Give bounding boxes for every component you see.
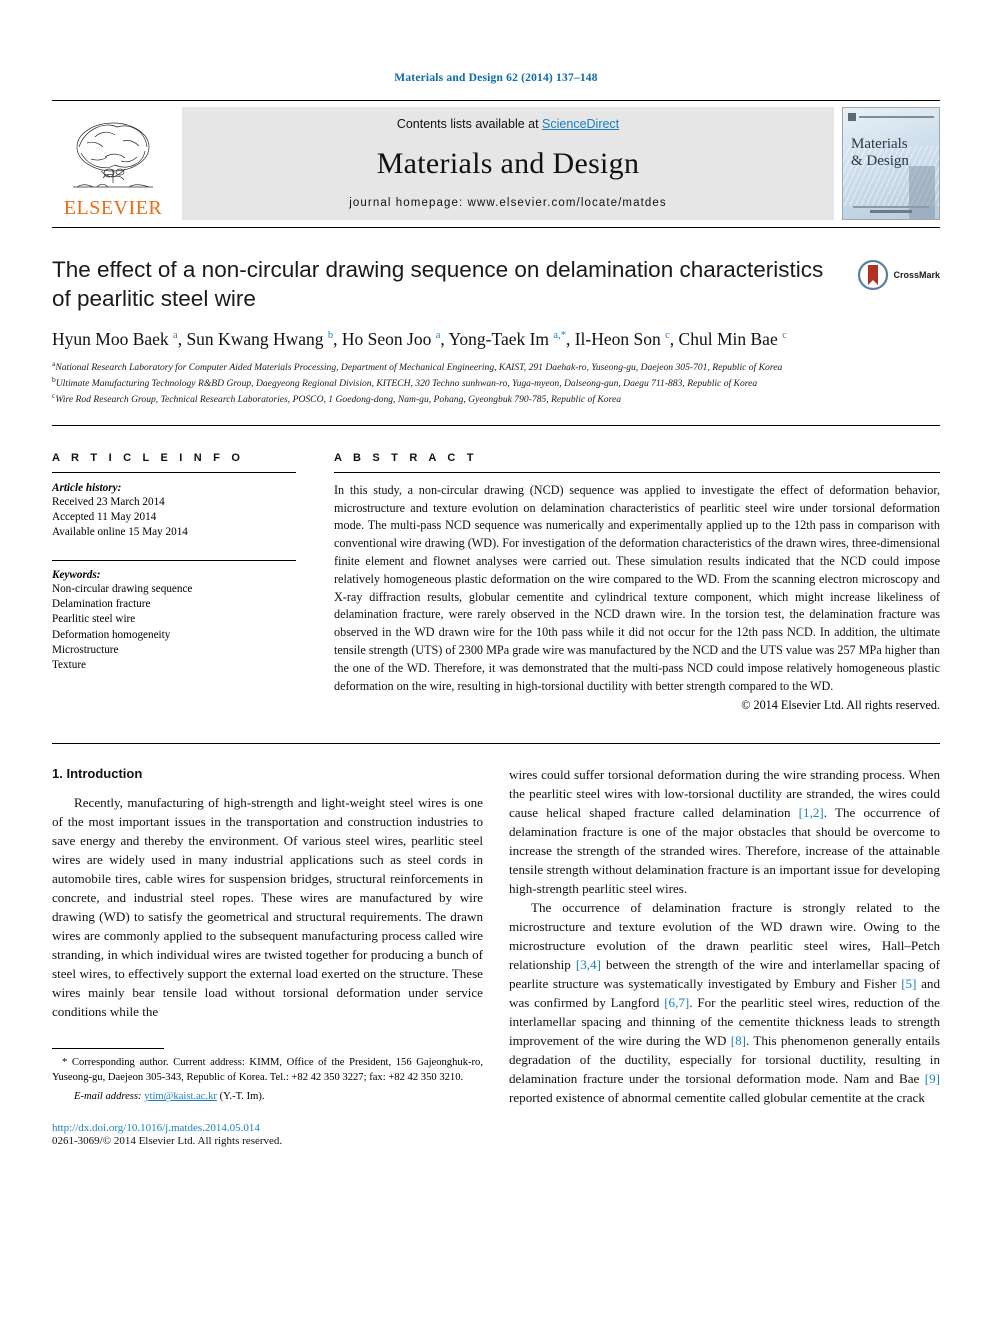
- cover-title-line2: & Design: [851, 153, 909, 170]
- info-and-abstract: A R T I C L E I N F O Article history: R…: [52, 452, 940, 714]
- header-bottom-rule: [52, 227, 940, 228]
- elsevier-wordmark: ELSEVIER: [63, 197, 163, 219]
- article-history-online: Available online 15 May 2014: [52, 526, 188, 539]
- article-history-accepted: Accepted 11 May 2014: [52, 511, 157, 524]
- article-info-heading: A R T I C L E I N F O: [52, 451, 245, 464]
- affiliation-text-c: Wire Rod Research Group, Technical Resea…: [55, 394, 622, 406]
- contents-available-line: Contents lists available at ScienceDirec…: [397, 117, 619, 131]
- keyword-item: Delamination fracture: [52, 598, 151, 611]
- cover-bottom-line-1: [853, 206, 929, 208]
- keyword-item: Non-circular drawing sequence: [52, 582, 193, 595]
- sciencedirect-link[interactable]: ScienceDirect: [542, 117, 619, 131]
- page-title: The effect of a non-circular drawing seq…: [52, 257, 824, 311]
- article-info-column: A R T I C L E I N F O Article history: R…: [52, 452, 322, 714]
- abstract-rule: [334, 471, 940, 473]
- elsevier-tree-icon: [73, 122, 153, 188]
- title-row: The effect of a non-circular drawing seq…: [52, 256, 940, 314]
- cover-bottom-line-2: [870, 210, 912, 213]
- issn-copyright: 0261-3069/© 2014 Elsevier Ltd. All right…: [52, 1135, 283, 1148]
- affiliation-text-a: National Research Laboratory for Compute…: [55, 362, 783, 374]
- abstract-column: A B S T R A C T In this study, a non-cir…: [322, 452, 940, 714]
- article-history-received: Received 23 March 2014: [52, 495, 165, 508]
- info-section-top-rule: [52, 424, 940, 426]
- intro-paragraph-2: wires could suffer torsional deformation…: [509, 767, 940, 897]
- cover-bottom-lines: [853, 206, 929, 213]
- footnote-rule: [52, 1048, 164, 1050]
- abstract-heading: A B S T R A C T: [334, 451, 478, 464]
- cover-elsevier-mark-icon: [848, 112, 856, 121]
- article-history-label: Article history:: [52, 481, 122, 494]
- doi-link[interactable]: http://dx.doi.org/10.1016/j.matdes.2014.…: [52, 1122, 483, 1134]
- keyword-item: Pearlitic steel wire: [52, 613, 136, 626]
- authors-list: Hyun Moo Baek a, Sun Kwang Hwang b, Ho S…: [52, 328, 787, 349]
- paper-page: Materials and Design 62 (2014) 137–148 E…: [0, 0, 992, 1323]
- affiliations: aNational Research Laboratory for Comput…: [52, 359, 940, 406]
- journal-homepage[interactable]: journal homepage: www.elsevier.com/locat…: [349, 197, 666, 209]
- elsevier-logo: ELSEVIER: [52, 107, 174, 220]
- article-info-rule: [52, 471, 296, 473]
- section-title-introduction: 1. Introduction: [52, 766, 143, 782]
- body-top-rule: [52, 743, 940, 745]
- corresponding-author-note: * Corresponding author. Current address:…: [52, 1057, 483, 1084]
- keyword-item: Microstructure: [52, 644, 119, 657]
- crossmark-icon: [858, 260, 889, 290]
- running-head: Materials and Design 62 (2014) 137–148: [394, 72, 598, 84]
- journal-cover-thumbnail: Materials & Design: [842, 107, 940, 220]
- cover-topbar: [848, 112, 934, 121]
- email-link[interactable]: ytim@kaist.ac.kr: [144, 1091, 217, 1102]
- cover-topbar-line: [859, 115, 934, 118]
- cover-title: Materials & Design: [851, 136, 933, 171]
- body-columns: 1. Introduction Recently, manufacturing …: [52, 766, 940, 1147]
- abstract-copyright: © 2014 Elsevier Ltd. All rights reserved…: [741, 698, 940, 713]
- journal-title: Materials and Design: [376, 147, 640, 180]
- contents-prefix: Contents lists available at: [396, 117, 543, 131]
- doi-block: http://dx.doi.org/10.1016/j.matdes.2014.…: [52, 1122, 483, 1147]
- body-left-column: 1. Introduction Recently, manufacturing …: [52, 766, 483, 1147]
- keyword-item: Texture: [52, 659, 87, 672]
- affiliation-c: cWire Rod Research Group, Technical Rese…: [52, 391, 940, 407]
- journal-band-center: Contents lists available at ScienceDirec…: [182, 107, 834, 220]
- affiliation-b: bUltimate Manufacturing Technology R&BD …: [52, 375, 940, 391]
- crossmark-badge[interactable]: CrossMark: [858, 260, 940, 290]
- cover-title-line1: Materials: [851, 136, 908, 152]
- journal-header-band: ELSEVIER Contents lists available at Sci…: [52, 107, 940, 220]
- keywords-label: Keywords:: [52, 568, 101, 581]
- email-suffix: (Y.-T. Im).: [219, 1091, 265, 1103]
- keyword-item: Deformation homogeneity: [52, 628, 171, 641]
- affiliation-text-b: Ultimate Manufacturing Technology R&BD G…: [55, 378, 758, 390]
- keywords-rule: [52, 559, 296, 561]
- body-right-column: wires could suffer torsional deformation…: [509, 766, 940, 1147]
- email-label: E-mail address:: [74, 1091, 142, 1103]
- email-note: E-mail address: ytim@kaist.ac.kr (Y.-T. …: [52, 1091, 483, 1102]
- affiliation-a: aNational Research Laboratory for Comput…: [52, 359, 940, 375]
- intro-paragraph-1: Recently, manufacturing of high-strength…: [52, 795, 483, 1020]
- header-top-rule: [52, 100, 940, 101]
- crossmark-label: CrossMark: [893, 270, 940, 280]
- abstract-text: In this study, a non-circular drawing (N…: [334, 482, 940, 693]
- intro-paragraph-3: The occurrence of delamination fracture …: [509, 900, 941, 1106]
